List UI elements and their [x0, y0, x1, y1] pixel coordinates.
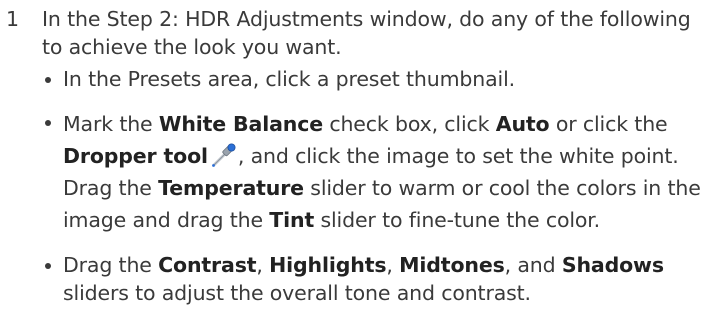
shadows-term: Shadows [561, 253, 664, 277]
bullet-white-balance: Mark the White Balance check box, click … [42, 108, 710, 236]
bullet-text: , and [504, 253, 562, 277]
bullet-text: , [386, 253, 400, 277]
tint-term: Tint [269, 208, 315, 232]
help-page: 1 In the Step 2: HDR Adjustments window,… [0, 0, 712, 314]
bullet-text: slider to fine-tune the color. [314, 208, 601, 232]
dropper-tool-term: Dropper tool [63, 144, 208, 168]
bullet-text: Mark the [63, 112, 159, 136]
bullet-presets: In the Presets area, click a preset thum… [42, 65, 710, 93]
step-number: 1 [6, 7, 19, 31]
contrast-term: Contrast [158, 253, 257, 277]
bullet-list: In the Presets area, click a preset thum… [42, 65, 710, 322]
midtones-term: Midtones [399, 253, 505, 277]
bullet-text: , [256, 253, 270, 277]
dropper-icon [212, 143, 236, 167]
bullet-tone: Drag the Contrast, Highlights, Midtones,… [42, 251, 710, 307]
bullet-text: check box, click [322, 112, 496, 136]
bullet-text: Drag the [63, 253, 159, 277]
highlights-term: Highlights [269, 253, 387, 277]
bullet-text: sliders to adjust the overall tone and c… [63, 281, 531, 305]
white-balance-term: White Balance [158, 112, 323, 136]
bullet-text: or click the [549, 112, 668, 136]
bullet-text: In the Presets area, click a preset thum… [63, 67, 515, 91]
temperature-term: Temperature [158, 176, 304, 200]
step-text: In the Step 2: HDR Adjustments window, d… [42, 7, 691, 59]
auto-term: Auto [495, 112, 550, 136]
